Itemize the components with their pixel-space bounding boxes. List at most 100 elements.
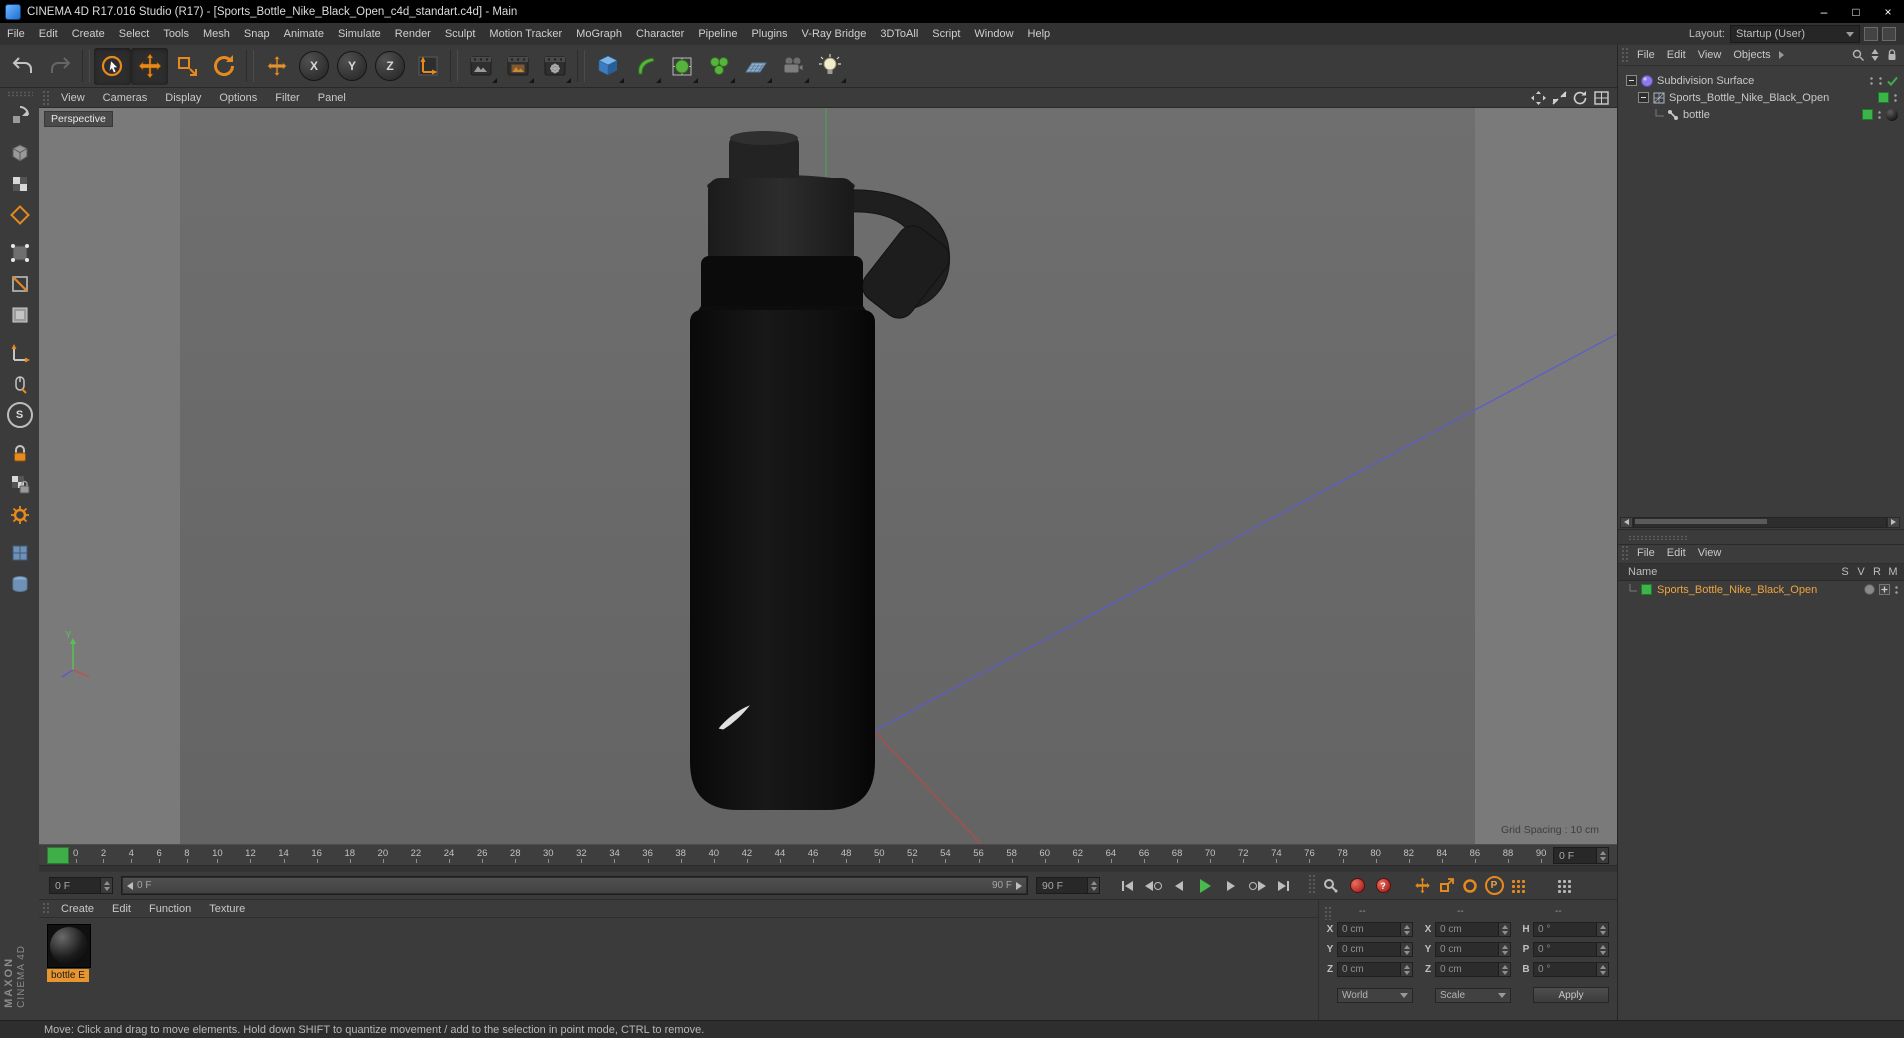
cloner-button[interactable] <box>700 48 737 85</box>
expander-icon[interactable] <box>1638 92 1649 103</box>
rotate-view-icon[interactable] <box>1573 90 1588 105</box>
coordinate-system-button[interactable] <box>409 48 446 85</box>
search-icon[interactable] <box>1852 49 1864 61</box>
size-field[interactable]: 0 cm <box>1435 962 1511 977</box>
object-manager-menu-item[interactable]: File <box>1631 49 1661 61</box>
close-button[interactable]: × <box>1872 0 1904 23</box>
object-manager-menu-item[interactable]: Objects <box>1727 49 1776 61</box>
timeline-playhead[interactable] <box>47 847 69 864</box>
toolbar-grip[interactable] <box>6 91 33 97</box>
viewport-menu-item[interactable]: Filter <box>266 92 308 104</box>
solo-toggle-icon[interactable] <box>1864 584 1875 595</box>
stepper-icon[interactable] <box>1400 963 1412 976</box>
viewport-select-button[interactable] <box>3 368 37 399</box>
layer-row-sports-bottle[interactable]: Sports_Bottle_Nike_Black_Open <box>1618 581 1904 598</box>
layer-panel-menu-item[interactable]: File <box>1631 547 1661 559</box>
menu-item[interactable]: Animate <box>277 23 331 45</box>
material-menu-item[interactable]: Create <box>52 903 103 915</box>
snap-toggle-button[interactable]: S <box>3 399 37 430</box>
toolbar-grip[interactable] <box>1308 874 1315 894</box>
move-tool-button[interactable] <box>131 47 168 85</box>
next-frame-button[interactable] <box>1218 875 1244 897</box>
record-parameter-toggle[interactable]: P <box>1482 875 1506 897</box>
stepper-icon[interactable] <box>100 878 112 893</box>
menu-item[interactable]: V-Ray Bridge <box>795 23 874 45</box>
menu-item[interactable]: Help <box>1021 23 1058 45</box>
material-tag-icon[interactable] <box>1886 108 1898 121</box>
scale-tool-button[interactable] <box>168 48 205 85</box>
lock-workplane-button[interactable] <box>3 437 37 468</box>
render-settings-button[interactable] <box>536 48 573 85</box>
menu-item[interactable]: Script <box>925 23 967 45</box>
menu-item[interactable]: Create <box>65 23 112 45</box>
menu-item[interactable]: MoGraph <box>569 23 629 45</box>
viewport-menu-item[interactable]: Options <box>210 92 266 104</box>
menu-item[interactable]: Select <box>112 23 157 45</box>
previous-key-button[interactable] <box>1140 875 1166 897</box>
y-axis-toggle[interactable]: Y <box>337 51 367 81</box>
stepper-icon[interactable] <box>1498 963 1510 976</box>
size-field[interactable]: 0 cm <box>1435 942 1511 957</box>
range-left-arrow-icon[interactable] <box>127 881 133 890</box>
x-axis-toggle[interactable]: X <box>299 51 329 81</box>
scroll-left-button[interactable] <box>1620 516 1633 528</box>
cube-primitive-button[interactable] <box>589 48 626 85</box>
end-frame-field[interactable]: 90 F <box>1036 877 1100 894</box>
stepper-icon[interactable] <box>1596 848 1608 863</box>
material-thumbnail[interactable] <box>47 924 91 968</box>
menu-item[interactable]: 3DToAll <box>873 23 925 45</box>
tree-item-bottle[interactable]: bottle <box>1618 106 1904 123</box>
floor-button[interactable] <box>737 48 774 85</box>
rotation-field[interactable]: 0 ° <box>1533 922 1609 937</box>
visibility-dots-icon[interactable] <box>1877 109 1882 120</box>
modeling-settings-button[interactable] <box>3 499 37 530</box>
timeline-layout-button[interactable] <box>1552 875 1576 897</box>
stepper-icon[interactable] <box>1400 923 1412 936</box>
position-field[interactable]: 0 cm <box>1337 942 1413 957</box>
camera-button[interactable] <box>774 48 811 85</box>
rotation-field[interactable]: 0 ° <box>1533 962 1609 977</box>
menu-item[interactable]: Character <box>629 23 691 45</box>
position-field[interactable]: 0 cm <box>1337 922 1413 937</box>
make-editable-button[interactable] <box>3 99 37 130</box>
record-rotation-toggle[interactable] <box>1458 875 1482 897</box>
layer-color-chip[interactable] <box>1641 584 1652 595</box>
menu-item[interactable]: Snap <box>237 23 277 45</box>
pan-view-icon[interactable] <box>1531 90 1546 105</box>
panel-grip[interactable] <box>42 90 49 105</box>
stepper-icon[interactable] <box>1498 943 1510 956</box>
visibility-dots-icon[interactable] <box>1893 92 1898 103</box>
texture-lock-button[interactable] <box>3 468 37 499</box>
record-button[interactable] <box>1344 875 1370 897</box>
visibility-dots-icon[interactable] <box>1878 75 1883 86</box>
axis-mode-button[interactable] <box>3 337 37 368</box>
viewport-menu-item[interactable]: Cameras <box>94 92 157 104</box>
apply-button[interactable]: Apply <box>1533 987 1609 1003</box>
viewport-menu-item[interactable]: View <box>52 92 94 104</box>
stepper-icon[interactable] <box>1596 923 1608 936</box>
toggle-view-icon[interactable] <box>1594 90 1609 105</box>
panel-grip[interactable] <box>42 902 49 915</box>
layout-select[interactable]: Startup (User) <box>1730 25 1860 43</box>
record-keyframe-button[interactable] <box>1318 875 1344 897</box>
polygons-mode-button[interactable] <box>3 299 37 330</box>
workspace-icon[interactable] <box>1864 27 1878 41</box>
lock-icon[interactable] <box>1886 49 1898 61</box>
timeline-ruler[interactable]: 0 2 4 6 8 10 12 14 16 18 20 22 24 26 28 30 32 34 36 38 40 42 4… <box>39 844 1617 866</box>
viewport-menu-item[interactable]: Display <box>156 92 210 104</box>
menu-item[interactable]: Render <box>388 23 438 45</box>
size-field[interactable]: 0 cm <box>1435 922 1511 937</box>
viewport-menu-item[interactable]: Panel <box>309 92 355 104</box>
layer-color-chip[interactable] <box>1862 109 1873 120</box>
record-pla-toggle[interactable] <box>1506 875 1530 897</box>
panel-grip[interactable] <box>1324 906 1331 920</box>
scale-mode-dropdown[interactable]: Scale <box>1435 988 1511 1003</box>
visibility-dots-icon[interactable] <box>1894 584 1899 595</box>
menu-item[interactable]: Edit <box>32 23 65 45</box>
uv-tool-button[interactable] <box>3 537 37 568</box>
zoom-view-icon[interactable] <box>1552 90 1567 105</box>
range-right-arrow-icon[interactable] <box>1016 881 1022 890</box>
minimize-button[interactable]: – <box>1808 0 1840 23</box>
layer-panel-menu-item[interactable]: View <box>1692 547 1728 559</box>
model-mode-button[interactable] <box>3 137 37 168</box>
